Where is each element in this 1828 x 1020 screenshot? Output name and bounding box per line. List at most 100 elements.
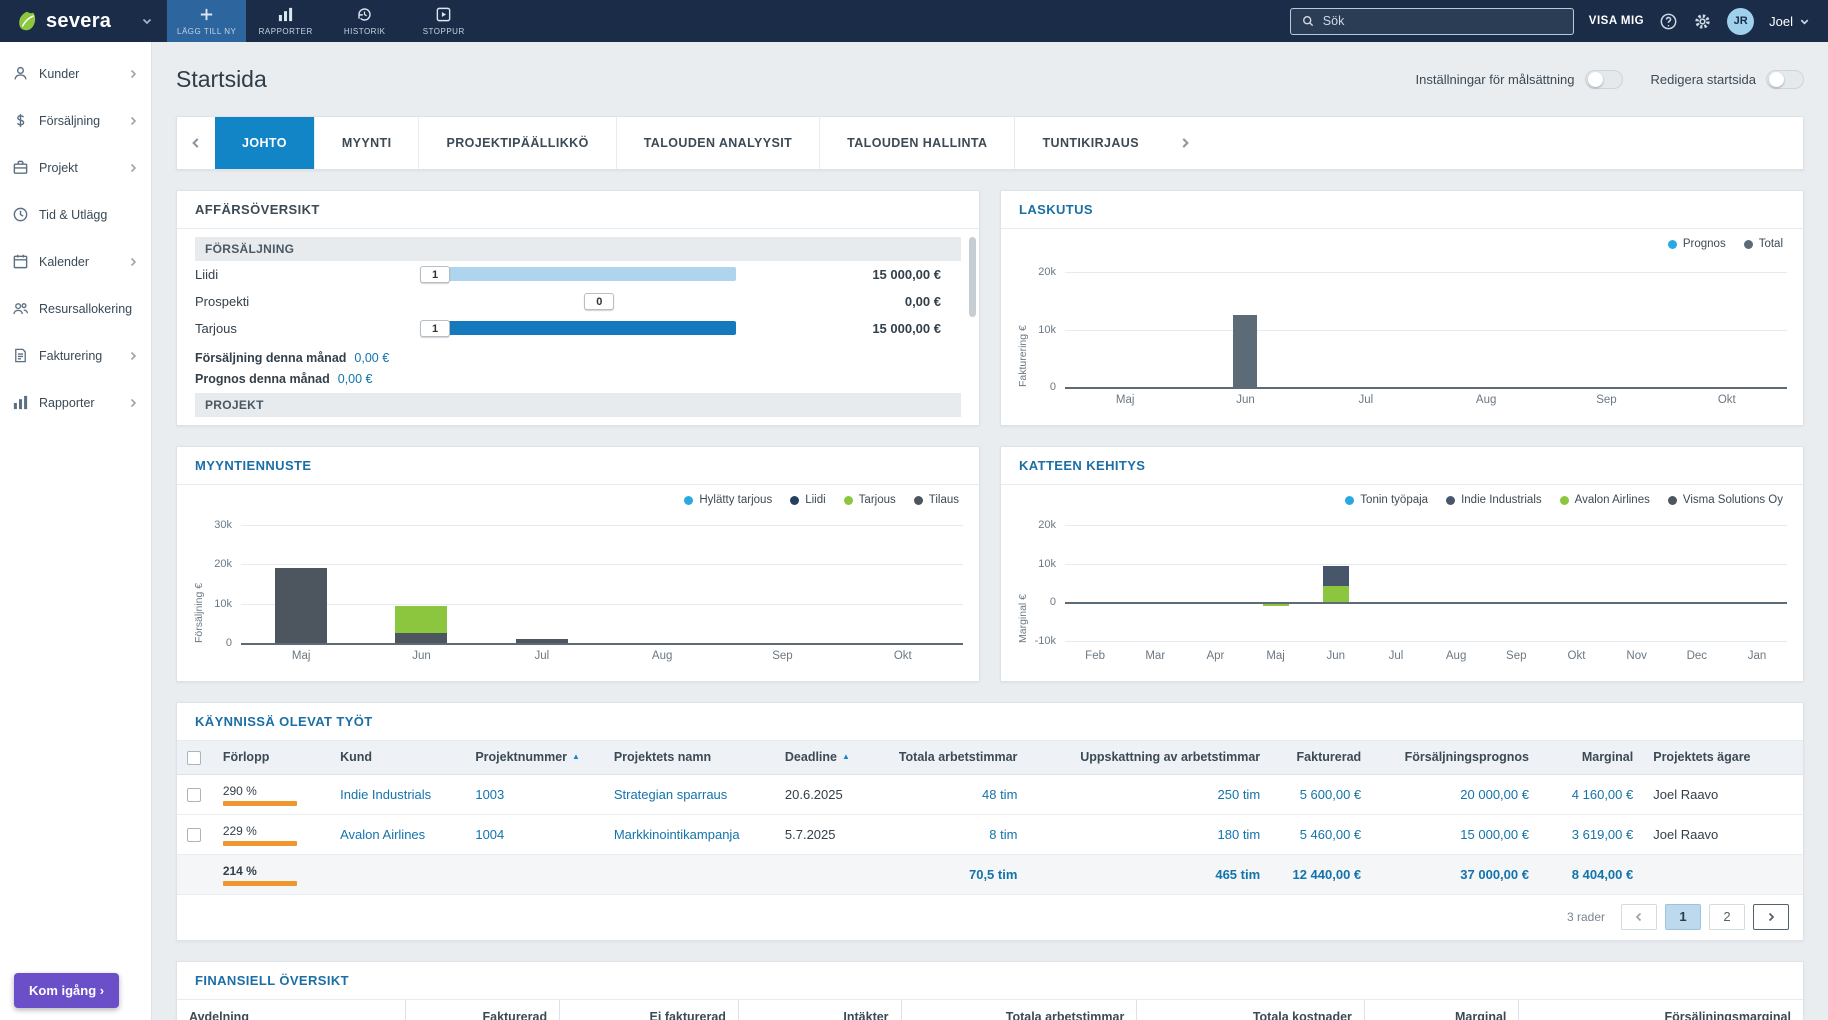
pagination-prev-icon[interactable] xyxy=(1621,904,1657,930)
sales-forecast-link[interactable]: 20 000,00 € xyxy=(1460,787,1529,802)
pagination-page-1[interactable]: 1 xyxy=(1665,904,1701,930)
project-name-link[interactable]: Markkinointikampanja xyxy=(614,827,740,842)
chart-bar xyxy=(1323,566,1349,585)
tab-johto[interactable]: JOHTO xyxy=(215,117,314,169)
topbar-button-stopwatch[interactable]: STOPPUR xyxy=(404,0,483,42)
funnel-count-badge[interactable]: 1 xyxy=(420,320,450,337)
progress: 229 % xyxy=(223,823,320,846)
sidebar-item-forsaljning[interactable]: Försäljning xyxy=(0,97,151,144)
invoiced-sum-link[interactable]: 12 440,00 € xyxy=(1292,867,1361,882)
margin-sum-link[interactable]: 8 404,00 € xyxy=(1572,867,1633,882)
search-input[interactable] xyxy=(1323,14,1563,28)
get-started-button[interactable]: Kom igång › xyxy=(14,973,119,1008)
x-tick-label: Jan xyxy=(1727,650,1787,662)
pagination-page-2[interactable]: 2 xyxy=(1709,904,1745,930)
sidebar-item-projekt[interactable]: Projekt xyxy=(0,144,151,191)
chart-column xyxy=(1185,261,1305,387)
table-row[interactable]: 290 %Indie Industrials1003Strategian spa… xyxy=(177,774,1803,814)
total-hours-link[interactable]: 48 tim xyxy=(982,787,1017,802)
edit-homepage-toggle[interactable]: Redigera startsida xyxy=(1651,70,1805,89)
column-header-checkbox xyxy=(177,741,213,774)
estimated-hours-link[interactable]: 250 tim xyxy=(1218,787,1261,802)
settings-gear-icon[interactable] xyxy=(1693,12,1712,31)
total-hours-link[interactable]: 8 tim xyxy=(989,827,1017,842)
sidebar-item-kunder[interactable]: Kunder xyxy=(0,50,151,97)
total-hours-sum-link[interactable]: 70,5 tim xyxy=(969,867,1017,882)
help-icon[interactable] xyxy=(1659,12,1678,31)
legend-item: Tonin työpaja xyxy=(1345,494,1428,506)
user-menu[interactable]: Joel xyxy=(1769,14,1810,29)
legend-dot xyxy=(914,496,923,505)
legend-item: Prognos xyxy=(1668,238,1726,250)
customer-link[interactable]: Avalon Airlines xyxy=(340,827,425,842)
show-me-link[interactable]: VISA MIG xyxy=(1589,15,1644,27)
row-checkbox[interactable] xyxy=(187,828,201,842)
topbar-button-label: RAPPORTER xyxy=(259,27,313,36)
tab-myynti[interactable]: MYYNTI xyxy=(314,117,419,169)
tab-projektipäällikkö[interactable]: PROJEKTIPÄÄLLIKKÖ xyxy=(418,117,615,169)
estimated-hours-sum-link[interactable]: 465 tim xyxy=(1215,867,1260,882)
sidebar-collapse-button[interactable] xyxy=(127,0,167,42)
tab-talouden-analyysit[interactable]: TALOUDEN ANALYYSIT xyxy=(616,117,819,169)
tab-talouden-hallinta[interactable]: TALOUDEN HALLINTA xyxy=(819,117,1014,169)
sidebar-item-kalender[interactable]: Kalender xyxy=(0,238,151,285)
sort-arrow-icon[interactable]: ▲ xyxy=(572,752,580,761)
funnel-count-badge[interactable]: 1 xyxy=(420,266,450,283)
column-header-forlopp: Förlopp xyxy=(213,741,330,774)
scrollbar-thumb[interactable] xyxy=(969,237,976,317)
summary-label: Försäljning denna månad xyxy=(195,351,346,365)
sidebar-item-rapporter[interactable]: Rapporter xyxy=(0,379,151,426)
project-number-link[interactable]: 1003 xyxy=(475,787,504,802)
tabs-scroll-right-icon[interactable] xyxy=(1166,117,1204,169)
goal-settings-switch[interactable] xyxy=(1585,70,1623,89)
margin-link[interactable]: 4 160,00 € xyxy=(1572,787,1633,802)
select-all-checkbox[interactable] xyxy=(187,751,201,765)
y-tick-label: 20k xyxy=(1038,519,1056,531)
summary-value-link[interactable]: 0,00 € xyxy=(354,351,389,365)
people-icon xyxy=(12,300,29,317)
customer-link[interactable]: Indie Industrials xyxy=(340,787,431,802)
table-row[interactable]: 229 % Avalon Airlines 1004 Markkinointikamp… xyxy=(177,814,1803,854)
topbar-button-add-new[interactable]: LÄGG TILL NY xyxy=(167,0,246,42)
invoiced-link[interactable]: 5 600,00 € xyxy=(1300,787,1361,802)
edit-homepage-switch[interactable] xyxy=(1766,70,1804,89)
user-avatar[interactable]: JR xyxy=(1727,8,1754,35)
sidebar-item-tid-utlagg[interactable]: Tid & Utlägg xyxy=(0,191,151,238)
financial-column-ej-fakturerad: Ej fakturerad xyxy=(559,1000,738,1020)
tabs-scroll-left-icon[interactable] xyxy=(177,117,215,169)
estimated-hours-link[interactable]: 180 tim xyxy=(1218,827,1261,842)
row-checkbox[interactable] xyxy=(187,788,201,802)
sales-forecast-link[interactable]: 15 000,00 € xyxy=(1460,827,1529,842)
chart-column xyxy=(1667,517,1727,643)
column-header-fakturerad: Fakturerad xyxy=(1270,741,1371,774)
funnel-label: Tarjous xyxy=(195,321,420,336)
funnel-count-badge[interactable]: 0 xyxy=(584,293,614,310)
sales-forecast-sum-link[interactable]: 37 000,00 € xyxy=(1460,867,1529,882)
margin-link[interactable]: 3 619,00 € xyxy=(1572,827,1633,842)
topbar-button-reports[interactable]: RAPPORTER xyxy=(246,0,325,42)
x-tick-label: Sep xyxy=(1486,650,1546,662)
deadline-cell: 5.7.2025 xyxy=(775,814,879,854)
sidebar-item-label: Tid & Utlägg xyxy=(39,208,139,222)
severa-logo[interactable]: severa xyxy=(0,0,127,42)
topbar-button-history[interactable]: HISTORIK xyxy=(325,0,404,42)
sidebar-item-fakturering[interactable]: Fakturering xyxy=(0,332,151,379)
x-axis-labels: MajJunJulAugSepOkt xyxy=(1065,387,1787,406)
goal-settings-toggle[interactable]: Inställningar för målsättning xyxy=(1416,70,1623,89)
sort-arrow-icon[interactable]: ▲ xyxy=(842,752,850,761)
chart-column xyxy=(1065,261,1185,387)
chart-column xyxy=(722,517,842,643)
project-name-cell: Strategian sparraus xyxy=(604,774,775,814)
financial-column-avdelning: Avdelning xyxy=(177,1000,405,1020)
search-box[interactable] xyxy=(1290,8,1574,35)
pagination: 3 rader 12 xyxy=(177,895,1803,940)
invoiced-link[interactable]: 5 460,00 € xyxy=(1300,827,1361,842)
project-name-link[interactable]: Strategian sparraus xyxy=(614,787,727,802)
x-tick-label: Okt xyxy=(1546,650,1606,662)
sidebar-item-resursallokering[interactable]: Resursallokering xyxy=(0,285,151,332)
tab-tuntikirjaus[interactable]: TUNTIKIRJAUS xyxy=(1014,117,1165,169)
summary-value-link[interactable]: 0,00 € xyxy=(338,372,373,386)
project-number-link[interactable]: 1004 xyxy=(475,827,504,842)
customer-cell: Avalon Airlines xyxy=(330,814,465,854)
pagination-next-icon[interactable] xyxy=(1753,904,1789,930)
